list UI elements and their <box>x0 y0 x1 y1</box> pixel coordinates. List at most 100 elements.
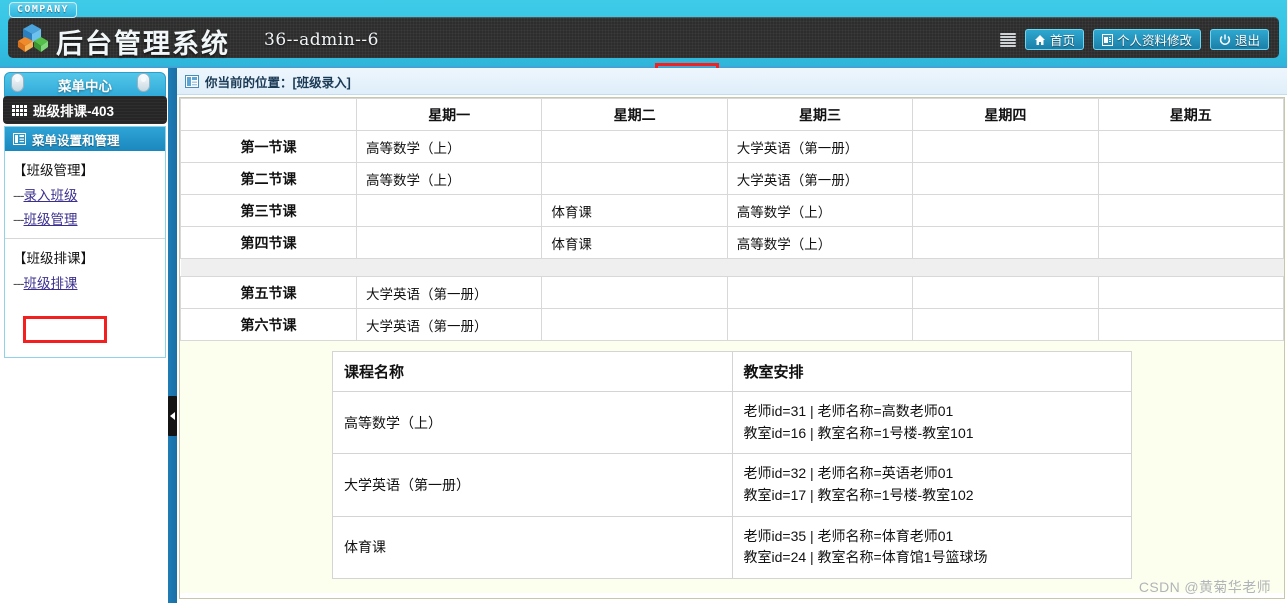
schedule-cell[interactable] <box>1097 130 1284 163</box>
schedule-cell[interactable] <box>1097 194 1284 227</box>
home-button-label: 首页 <box>1049 34 1075 48</box>
schedule-day-header: 星期四 <box>912 98 1099 131</box>
profile-button-label: 个人资料修改 <box>1116 34 1192 48</box>
document-icon <box>1101 33 1113 46</box>
schedule-period-label: 第五节课 <box>180 276 357 309</box>
schedule-separator-cell <box>180 258 1284 277</box>
schedule-header-row: 星期一 星期二 星期三 星期四 星期五 <box>180 98 1284 131</box>
schedule-cell[interactable]: 高等数学（上） <box>726 226 914 259</box>
schedule-row: 第六节课 大学英语（第一册） <box>180 308 1284 341</box>
schedule-cell[interactable] <box>726 308 914 341</box>
sidebar-collapse-handle[interactable] <box>168 396 177 436</box>
detail-teacher-line: 老师id=31 | 老师名称=高数老师01 <box>743 403 954 419</box>
schedule-cell[interactable] <box>912 276 1099 309</box>
schedule-row: 第二节课 高等数学（上） 大学英语（第一册） <box>180 162 1284 195</box>
schedule-row: 第五节课 大学英语（第一册） <box>180 276 1284 309</box>
schedule-cell[interactable] <box>1097 162 1284 195</box>
schedule-cell[interactable]: 大学英语（第一册） <box>726 162 914 195</box>
schedule-cell[interactable] <box>1097 276 1284 309</box>
detail-row: 大学英语（第一册） 老师id=32 | 老师名称=英语老师01 教室id=17 | … <box>332 453 1132 517</box>
detail-header-arrangement: 教室安排 <box>731 351 1132 392</box>
sidebar-menu-link-label: 班级管理 <box>23 212 78 227</box>
schedule-row: 第四节课 体育课 高等数学（上） <box>180 226 1284 259</box>
schedule-cell[interactable]: 体育课 <box>541 194 728 227</box>
sidebar-menu-link[interactable]: ---班级管理 <box>11 206 165 230</box>
schedule-cell[interactable]: 大学英语（第一册） <box>355 276 543 309</box>
schedule-row: 第一节课 高等数学（上） 大学英语（第一册） <box>180 130 1284 163</box>
logout-button-label: 退出 <box>1234 34 1260 48</box>
sidebar-divider <box>168 68 177 603</box>
sidebar-group-title: 【班级排课】 <box>13 251 94 266</box>
sidebar-section-label: 菜单设置和管理 <box>32 133 120 148</box>
detail-teacher-line: 老师id=32 | 老师名称=英语老师01 <box>743 465 954 482</box>
detail-room-line: 教室id=24 | 教室名称=体育馆1号篮球场 <box>743 549 988 566</box>
schedule-corner-cell <box>180 98 357 131</box>
detail-row: 体育课 老师id=35 | 老师名称=体育老师01 教室id=24 | 教室名称=体… <box>332 515 1132 580</box>
schedule-cell[interactable]: 高等数学（上） <box>355 130 543 163</box>
schedule-period-label: 第四节课 <box>180 226 357 259</box>
schedule-cell[interactable] <box>912 130 1099 163</box>
schedule-day-header: 星期三 <box>726 98 914 131</box>
grid-icon <box>12 105 27 116</box>
schedule-day-header: 星期五 <box>1097 98 1284 131</box>
home-icon <box>1034 34 1045 45</box>
schedule-cell[interactable] <box>541 130 728 163</box>
schedule-period-label: 第六节课 <box>180 308 357 341</box>
schedule-period-label: 第一节课 <box>180 130 357 163</box>
home-button[interactable]: 首页 <box>1024 29 1084 50</box>
schedule-cell[interactable]: 大学英语（第一册） <box>355 308 543 341</box>
schedule-cell[interactable] <box>1097 308 1284 341</box>
main-content: 你当前的位置：[班级录入] 星期一 星期二 星期三 星期四 星期五 第一节课 高等数学（上）… <box>177 68 1287 603</box>
breadcrumb-text: 你当前的位置：[班级录入] <box>205 75 351 90</box>
detail-row: 高等数学（上） 老师id=31 | 老师名称=高数老师01 教室id=16 | 教室… <box>332 390 1132 455</box>
detail-header-course: 课程名称 <box>332 351 733 392</box>
sidebar-menu-link[interactable]: ---录入班级 <box>11 182 165 206</box>
sidebar-current-node-label: 班级排课-403 <box>33 104 115 119</box>
schedule-cell[interactable] <box>726 276 914 309</box>
schedule-cell[interactable]: 体育课 <box>541 226 728 259</box>
schedule-cell[interactable] <box>912 308 1099 341</box>
current-user-label: 36--admin--6 <box>264 30 379 50</box>
schedule-cell[interactable] <box>1097 226 1284 259</box>
schedule-cell[interactable]: 大学英语（第一册） <box>726 130 914 163</box>
detail-teacher-line: 老师id=35 | 老师名称=体育老师01 <box>743 527 954 544</box>
schedule-cell[interactable] <box>541 162 728 195</box>
schedule-cell[interactable] <box>912 162 1099 195</box>
sidebar-menu-link[interactable]: ---班级排课 <box>11 270 165 294</box>
sidebar: 菜单中心 班级排课-403 菜单设置和管理 【班级管理】 ---录入班级 ---班级… <box>0 68 170 603</box>
schedule-separator-row <box>180 258 1284 277</box>
pin-right-icon <box>137 73 150 92</box>
content-panel: 星期一 星期二 星期三 星期四 星期五 第一节课 高等数学（上） 大学英语（第一册） 第二节课高… <box>179 97 1285 599</box>
profile-button[interactable]: 个人资料修改 <box>1092 29 1201 50</box>
detail-course-name: 高等数学（上） <box>332 390 733 455</box>
logout-button[interactable]: 退出 <box>1209 29 1269 50</box>
panel-icon <box>13 133 26 145</box>
schedule-cell[interactable]: 高等数学（上） <box>355 162 543 195</box>
schedule-cell[interactable] <box>912 194 1099 227</box>
detail-header-row: 课程名称 教室安排 <box>332 351 1132 392</box>
schedule-cell[interactable] <box>355 226 543 259</box>
schedule-period-label: 第二节课 <box>180 162 357 195</box>
schedule-day-header: 星期二 <box>541 98 728 131</box>
sidebar-menu-box: 菜单设置和管理 【班级管理】 ---录入班级 ---班级管理【班级排课】 ---班级排… <box>4 126 166 358</box>
schedule-cell[interactable]: 高等数学（上） <box>726 194 914 227</box>
company-badge: COMPANY <box>9 2 77 18</box>
schedule-cell[interactable] <box>541 276 728 309</box>
sidebar-menu-link-label: 班级排课 <box>23 276 78 291</box>
sidebar-current-node[interactable]: 班级排课-403 <box>3 96 167 124</box>
sidebar-group: 【班级排课】 ---班级排课 <box>5 239 165 302</box>
sidebar-menu-groups: 【班级管理】 ---录入班级 ---班级管理【班级排课】 ---班级排课 <box>5 151 165 302</box>
schedule-cell[interactable] <box>541 308 728 341</box>
hamburger-icon[interactable] <box>999 32 1016 47</box>
power-icon <box>1219 34 1231 45</box>
header-actions: 首页 个人资料修改 退出 <box>999 29 1269 50</box>
breadcrumb: 你当前的位置：[班级录入] <box>177 68 1287 95</box>
schedule-cell[interactable] <box>912 226 1099 259</box>
page-icon <box>185 74 199 88</box>
detail-course-name: 大学英语（第一册） <box>332 453 733 517</box>
sidebar-section-header: 菜单设置和管理 <box>5 127 165 151</box>
course-detail-table: 课程名称 教室安排 高等数学（上） 老师id=31 | 老师名称=高数老师01 教室… <box>332 351 1132 580</box>
sidebar-group-title: 【班级管理】 <box>13 163 94 178</box>
schedule-cell[interactable] <box>355 194 543 227</box>
sidebar-menu-link-label: 录入班级 <box>23 188 78 203</box>
